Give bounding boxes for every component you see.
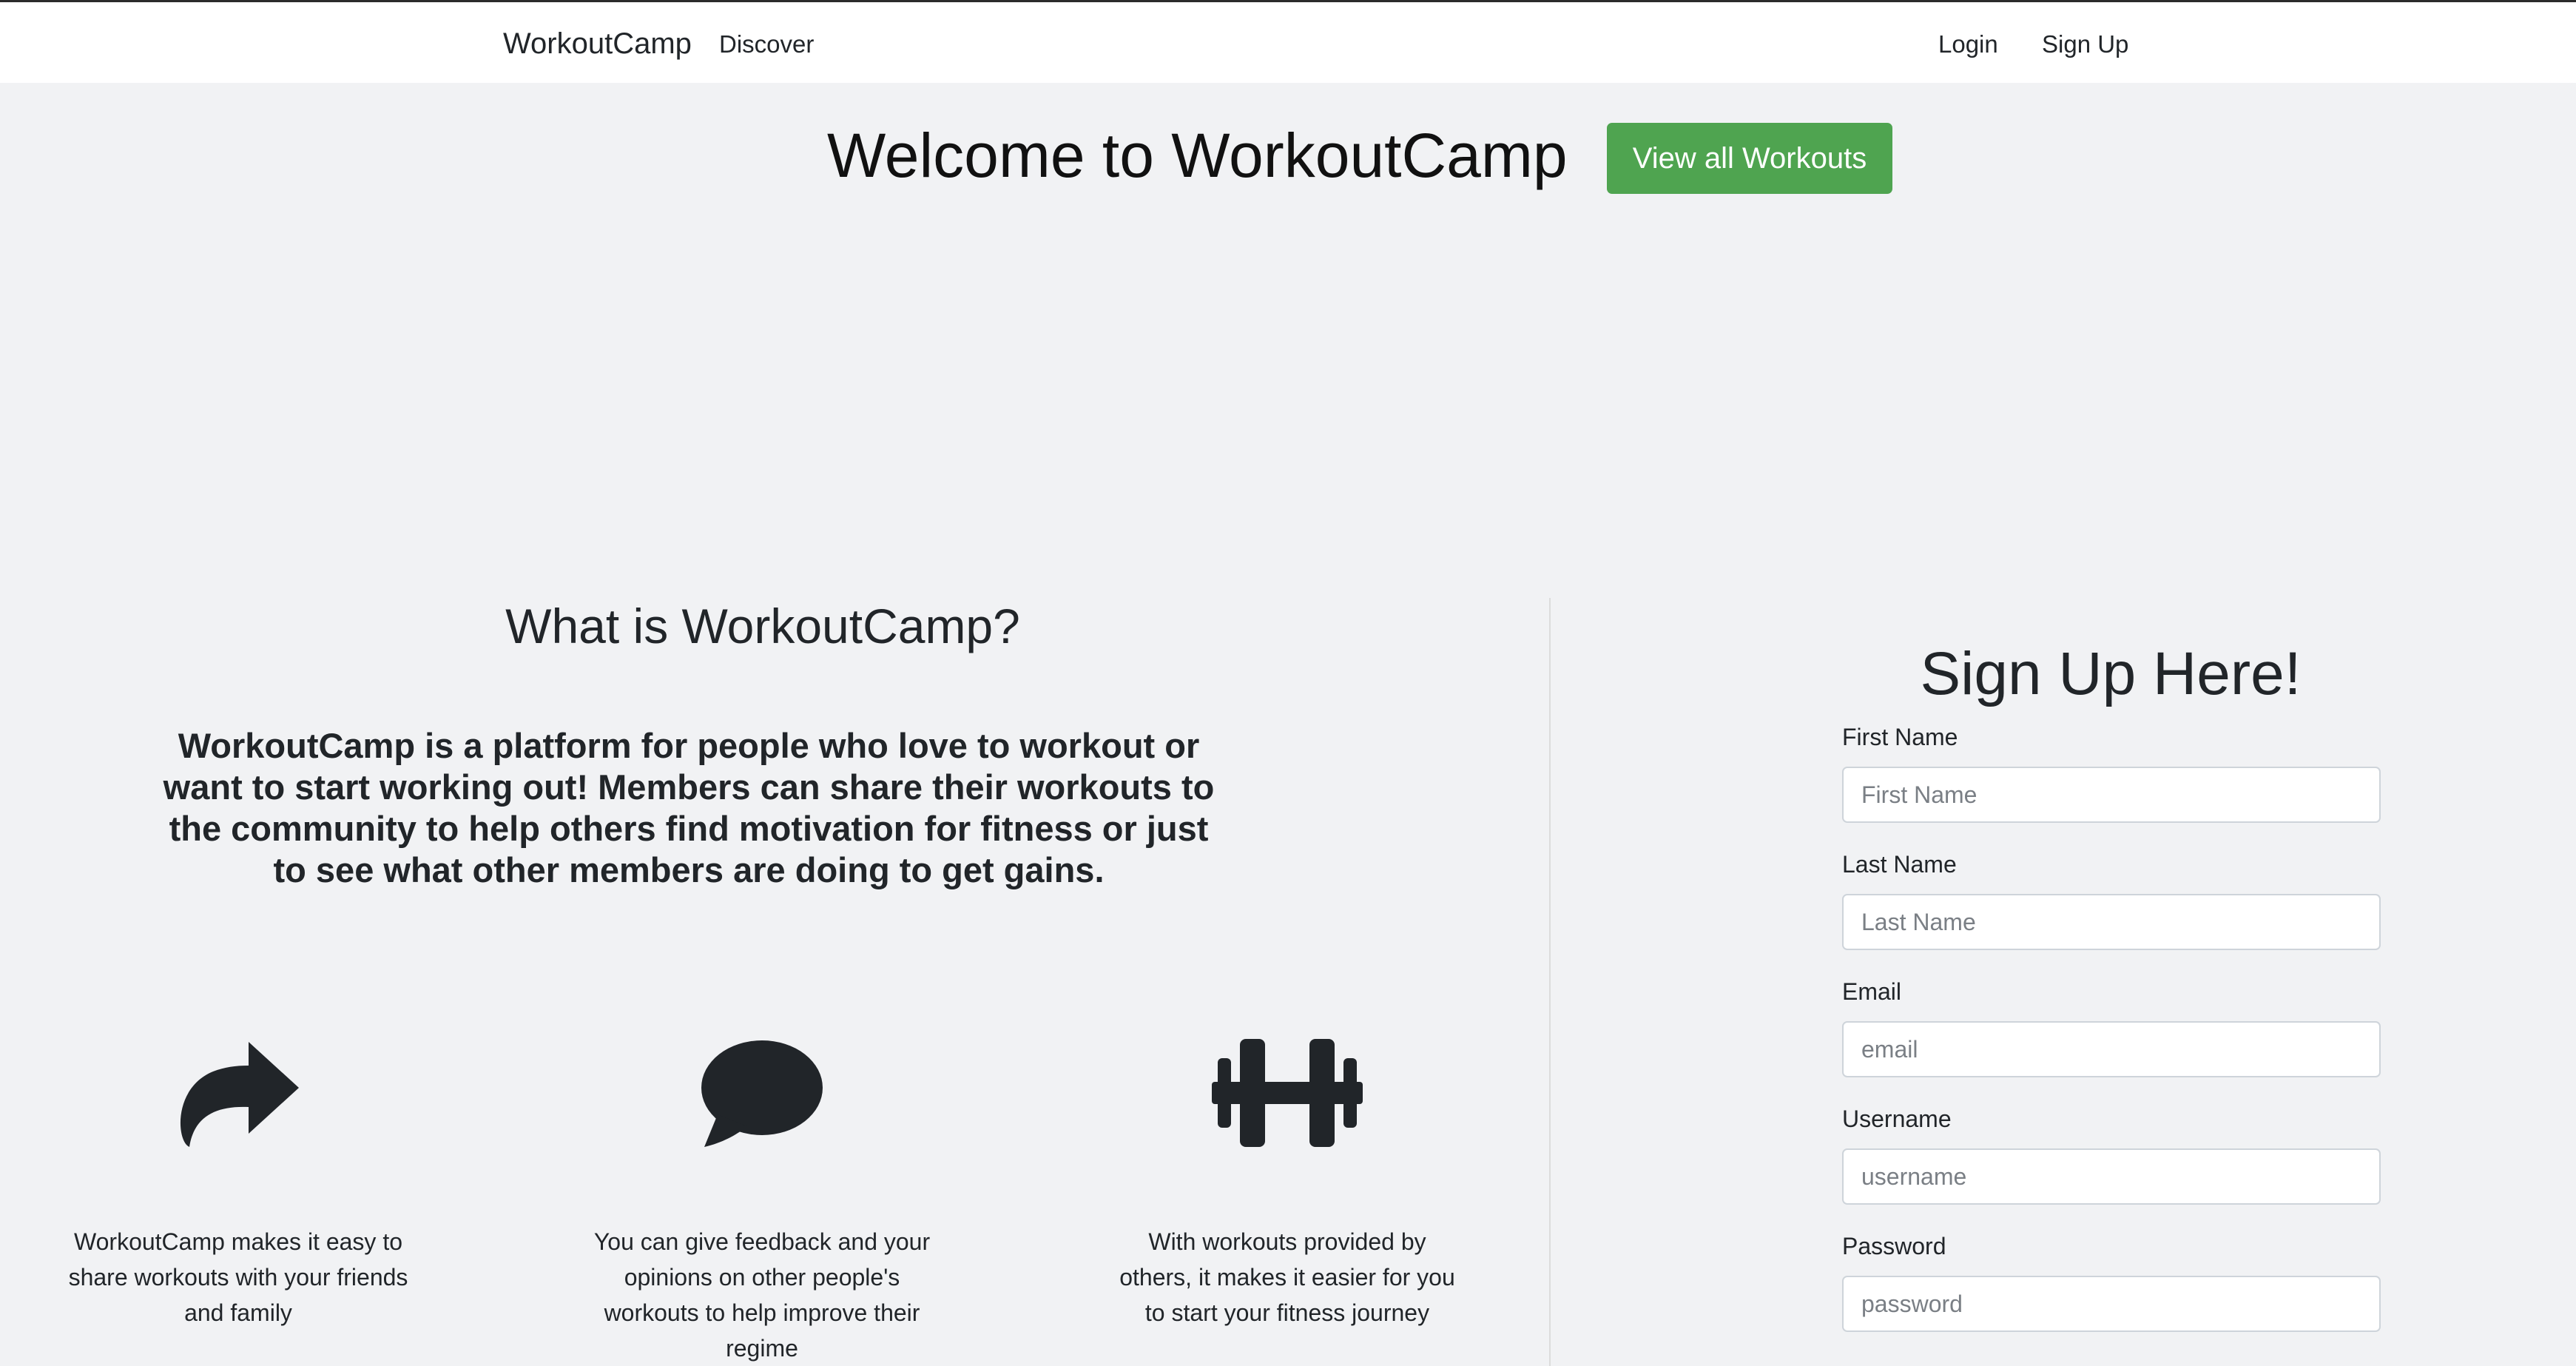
page-title: Welcome to WorkoutCamp [827,121,1568,190]
dumbbell-icon [1212,1039,1363,1147]
first-name-input[interactable] [1842,767,2381,823]
email-label: Email [1842,978,1902,1005]
column-divider [1549,598,1551,1366]
last-name-label: Last Name [1842,851,1957,878]
about-title: What is WorkoutCamp? [505,599,1020,653]
comment-icon [701,1039,823,1147]
signup-title: Sign Up Here! [1920,640,2302,707]
first-name-label: First Name [1842,724,1958,750]
feature-text-feedback: You can give feedback and your opinions … [593,1228,931,1362]
nav-login-link[interactable]: Login [1938,30,1998,58]
brand-link[interactable]: WorkoutCamp [503,27,692,61]
view-all-workouts-button[interactable]: View all Workouts [1607,123,1892,194]
email-input[interactable] [1842,1021,2381,1077]
username-label: Username [1842,1106,1952,1132]
feature-text-fitness: With workouts provided by others, it mak… [1119,1228,1455,1326]
password-input[interactable] [1842,1276,2381,1332]
username-input[interactable] [1842,1148,2381,1205]
feature-text-share: WorkoutCamp makes it easy to share worko… [68,1228,408,1326]
about-description: WorkoutCamp is a platform for people who… [163,726,1215,889]
navbar: WorkoutCamp Discover Login Sign Up [0,0,2576,83]
last-name-input[interactable] [1842,894,2381,950]
password-label: Password [1842,1233,1946,1259]
nav-discover-link[interactable]: Discover [719,30,814,58]
share-icon [176,1039,300,1147]
nav-signup-link[interactable]: Sign Up [2042,30,2128,58]
